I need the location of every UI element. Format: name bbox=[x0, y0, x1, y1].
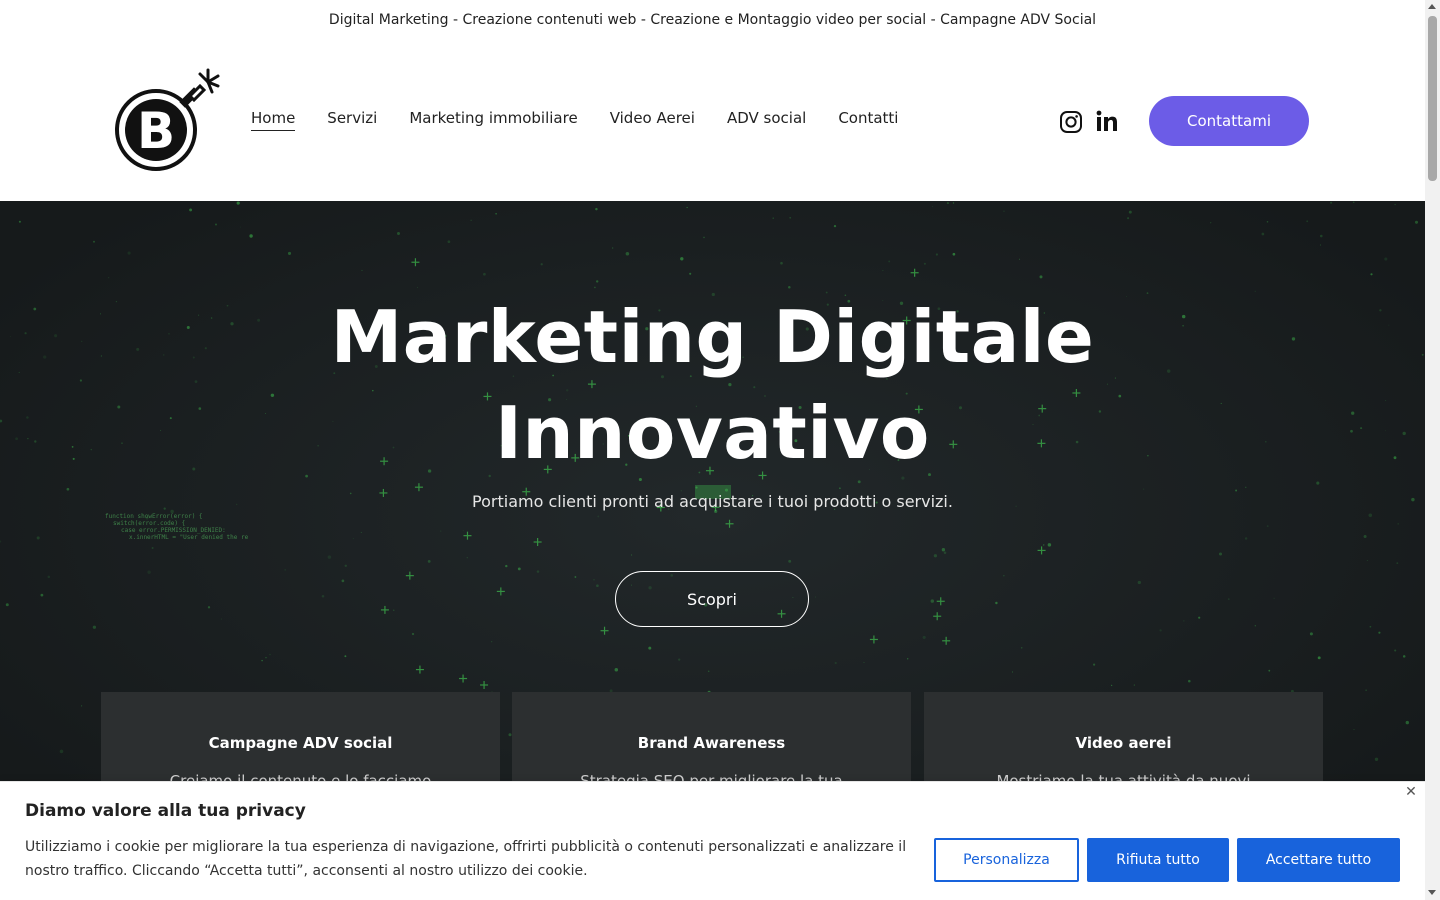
svg-text:function showError(error) {: function showError(error) { bbox=[105, 513, 203, 520]
site-header: B Home Servizi Marketing immobiliare Vid… bbox=[0, 40, 1425, 201]
card-title: Campagne ADV social bbox=[208, 734, 393, 752]
page-scrollbar[interactable] bbox=[1425, 0, 1440, 900]
linkedin-icon[interactable] bbox=[1096, 110, 1118, 132]
bomb-logo-icon: B bbox=[115, 68, 220, 171]
card-title: Brand Awareness bbox=[637, 734, 786, 752]
nav-item-marketing-immobiliare[interactable]: Marketing immobiliare bbox=[409, 109, 577, 131]
announcement-bar: Digital Marketing - Creazione contenuti … bbox=[0, 0, 1425, 40]
nav-item-servizi[interactable]: Servizi bbox=[327, 109, 377, 131]
svg-text:B: B bbox=[137, 102, 175, 160]
announcement-text: Digital Marketing - Creazione contenuti … bbox=[328, 12, 1097, 28]
cookie-title: Diamo valore alla tua privacy bbox=[25, 801, 306, 821]
site-logo[interactable]: B bbox=[114, 68, 222, 174]
reject-all-button[interactable]: Rifiuta tutto bbox=[1087, 838, 1229, 882]
nav-item-home[interactable]: Home bbox=[251, 109, 296, 131]
customize-button[interactable]: Personalizza bbox=[934, 838, 1079, 882]
cookie-message: Utilizziamo i cookie per migliorare la t… bbox=[25, 839, 907, 879]
accept-all-button[interactable]: Accettare tutto bbox=[1237, 838, 1400, 882]
main-nav: Home Servizi Marketing immobiliare Video… bbox=[251, 109, 898, 131]
hero-subtitle: Portiamo clienti pronti ad acquistare i … bbox=[472, 492, 953, 511]
nav-item-contatti[interactable]: Contatti bbox=[838, 109, 898, 131]
scroll-down-icon[interactable] bbox=[1428, 890, 1436, 895]
scrollbar-thumb[interactable] bbox=[1428, 16, 1437, 181]
card-title: Video aerei bbox=[1075, 734, 1172, 752]
discover-button[interactable]: Scopri bbox=[615, 571, 809, 627]
nav-item-adv-social[interactable]: ADV social bbox=[727, 109, 806, 131]
hero-title-line2: Innovativo bbox=[495, 391, 930, 475]
cookie-banner: Diamo valore alla tua privacy Utilizziam… bbox=[0, 781, 1425, 900]
close-icon[interactable]: ✕ bbox=[1403, 784, 1419, 800]
svg-text:switch(error.code) {: switch(error.code) { bbox=[113, 520, 185, 527]
hero-title-line1: Marketing Digitale bbox=[330, 295, 1095, 379]
svg-text:x.innerHTML = "User denied the: x.innerHTML = "User denied the re bbox=[129, 534, 249, 541]
svg-text:case error.PERMISSION_DENIED:: case error.PERMISSION_DENIED: bbox=[121, 527, 226, 534]
instagram-icon[interactable] bbox=[1059, 110, 1083, 134]
hero-title: Marketing Digitale Innovativo bbox=[0, 289, 1425, 481]
nav-item-video-aerei[interactable]: Video Aerei bbox=[610, 109, 695, 131]
page: Digital Marketing - Creazione contenuti … bbox=[0, 0, 1425, 900]
scroll-up-icon[interactable] bbox=[1428, 4, 1436, 9]
contact-button[interactable]: Contattami bbox=[1149, 96, 1309, 146]
